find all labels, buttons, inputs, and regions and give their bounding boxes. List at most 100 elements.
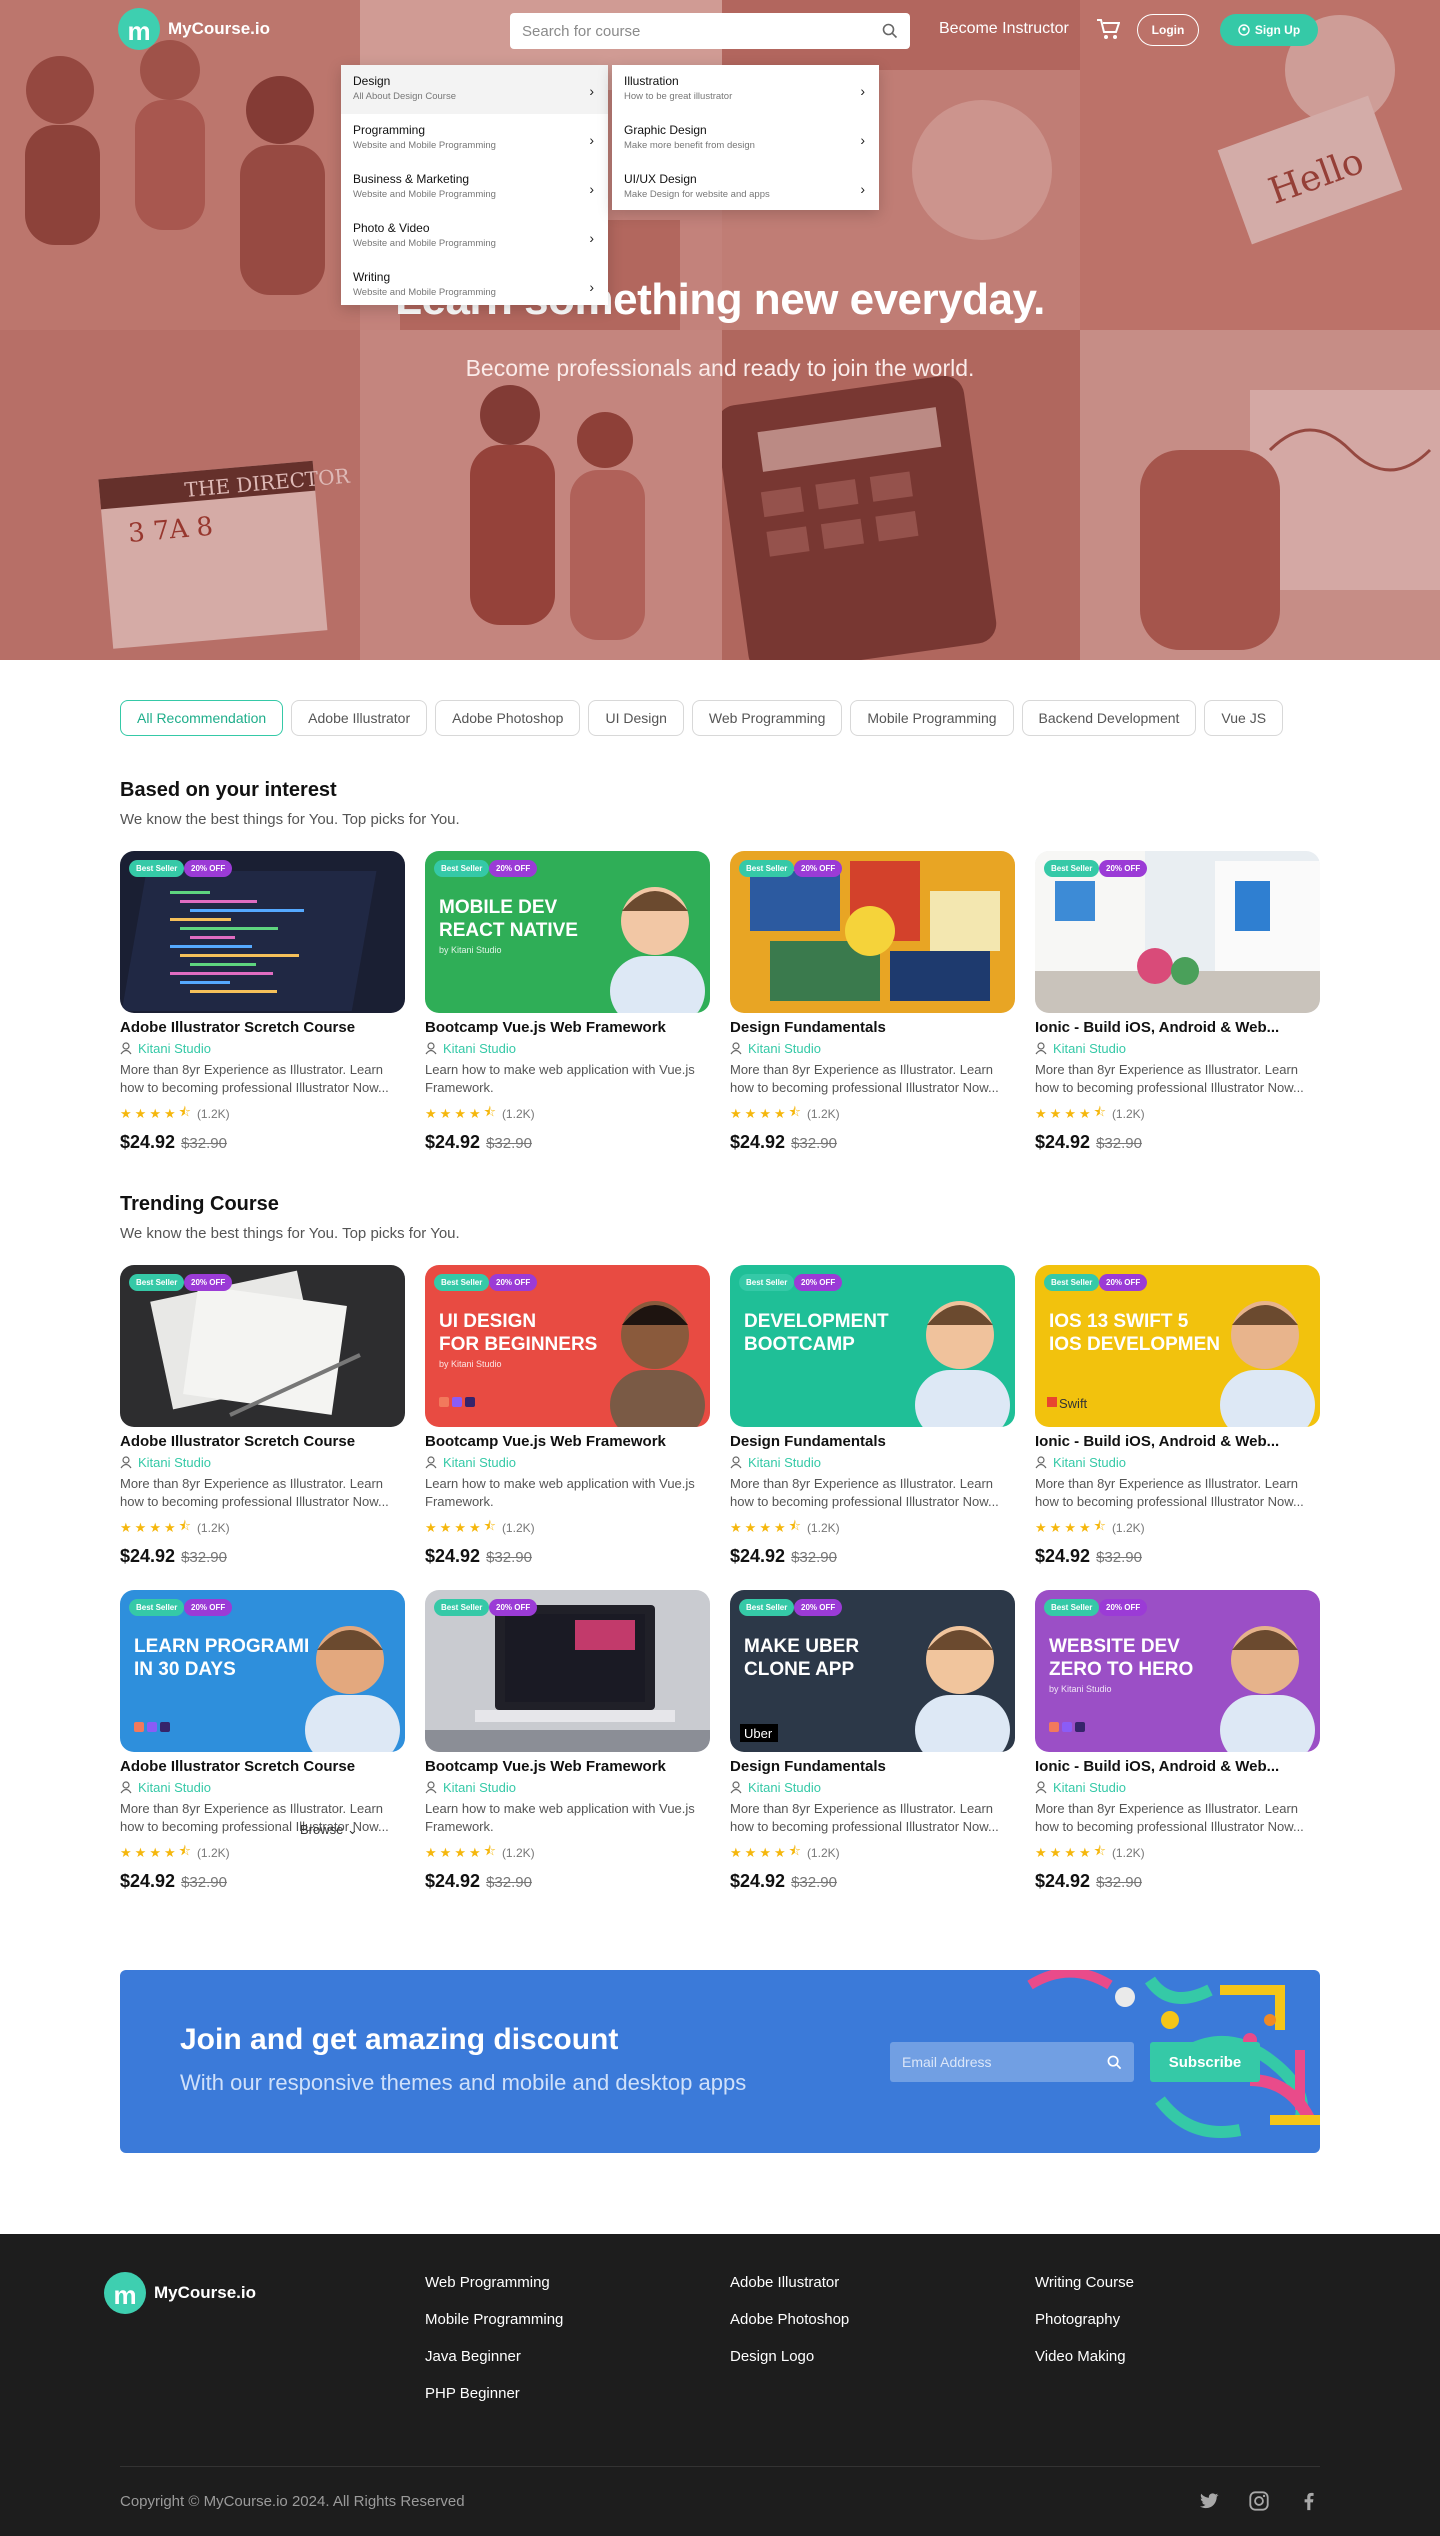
instagram-icon[interactable] xyxy=(1248,2490,1270,2512)
footer-link[interactable]: Mobile Programming xyxy=(425,2311,563,2328)
course-author[interactable]: Kitani Studio xyxy=(1035,1041,1320,1056)
course-thumbnail[interactable]: LEARN PROGRAMI IN 30 DAYS Best Seller 20% O… xyxy=(120,1590,405,1752)
filter-pill[interactable]: Adobe Photoshop xyxy=(435,700,581,736)
menu-item-business[interactable]: Business & Marketing Website and Mobile P… xyxy=(341,163,608,212)
filter-pill[interactable]: Adobe Illustrator xyxy=(291,700,428,736)
search-icon[interactable] xyxy=(882,23,898,39)
footer-link[interactable]: Adobe Illustrator xyxy=(730,2274,849,2291)
footer-link[interactable]: Design Logo xyxy=(730,2348,849,2365)
menu-item-uiux-design[interactable]: UI/UX Design Make Design for website and … xyxy=(612,163,879,212)
footer-link[interactable]: Web Programming xyxy=(425,2274,563,2291)
course-card[interactable]: WEBSITE DEV ZERO TO HERO by Kitani Studio B… xyxy=(1035,1590,1320,1892)
brand-logo[interactable]: m MyCourse.io xyxy=(118,8,270,50)
review-count: (1.2K) xyxy=(196,1107,230,1121)
footer-link[interactable]: Video Making xyxy=(1035,2348,1134,2365)
course-author[interactable]: Kitani Studio xyxy=(425,1041,710,1056)
course-title[interactable]: Design Fundamentals xyxy=(730,1433,1015,1450)
course-thumbnail[interactable]: Best Seller 20% OFF xyxy=(730,851,1015,1013)
filter-pill[interactable]: Backend Development xyxy=(1021,700,1197,736)
course-title[interactable]: Adobe Illustrator Scretch Course xyxy=(120,1019,405,1036)
course-card[interactable]: IOS 13 SWIFT 5 IOS DEVELOPMEN Swift Best Se… xyxy=(1035,1265,1320,1567)
course-rating: ★ ★ ★ ★ ⯪ (1.2K) xyxy=(120,1103,405,1125)
course-thumbnail[interactable]: Best Seller 20% OFF xyxy=(425,1590,710,1752)
course-author[interactable]: Kitani Studio xyxy=(730,1455,1015,1470)
menu-item-illustration[interactable]: Illustration How to be great illustrator › xyxy=(612,65,879,114)
footer-link[interactable]: Photography xyxy=(1035,2311,1134,2328)
course-title[interactable]: Design Fundamentals xyxy=(730,1019,1015,1036)
course-author[interactable]: Kitani Studio xyxy=(1035,1455,1320,1470)
filter-pill[interactable]: Vue JS xyxy=(1204,700,1284,736)
filter-pill[interactable]: Web Programming xyxy=(691,700,843,736)
course-thumbnail[interactable]: MOBILE DEV REACT NATIVE by Kitani Studio Be… xyxy=(425,851,710,1013)
course-card[interactable]: Best Seller 20% OFF Bootcamp Vue.js Web Fr… xyxy=(425,1590,710,1892)
menu-item-writing[interactable]: Writing Website and Mobile Programming › xyxy=(341,261,608,310)
star-icon: ★ xyxy=(149,1845,161,1860)
course-title[interactable]: Ionic - Build iOS, Android & Web... xyxy=(1035,1433,1320,1450)
email-input[interactable] xyxy=(902,2054,1107,2070)
course-author[interactable]: Kitani Studio xyxy=(730,1780,1015,1795)
course-title[interactable]: Ionic - Build iOS, Android & Web... xyxy=(1035,1758,1320,1775)
menu-item-photo-video[interactable]: Photo & Video Website and Mobile Programm… xyxy=(341,212,608,261)
search-bar[interactable] xyxy=(510,13,910,49)
star-icon: ⯪ xyxy=(483,1518,496,1533)
signup-button[interactable]: Sign Up xyxy=(1220,14,1318,46)
become-instructor-link[interactable]: Become Instructor xyxy=(939,20,1069,38)
course-thumbnail[interactable]: MAKE UBER CLONE APP Uber Best Seller 20% OFF xyxy=(730,1590,1015,1752)
course-card[interactable]: Best Seller 20% OFF Design Fundamentals Kit… xyxy=(730,851,1015,1153)
course-rating: ★ ★ ★ ★ ⯪ (1.2K) xyxy=(120,1842,405,1864)
course-title[interactable]: Design Fundamentals xyxy=(730,1758,1015,1775)
course-author[interactable]: Kitani Studio xyxy=(425,1455,710,1470)
course-card[interactable]: DEVELOPMENT BOOTCAMP Best Seller 20% OFF Des… xyxy=(730,1265,1015,1567)
course-thumbnail[interactable]: Best Seller 20% OFF xyxy=(120,851,405,1013)
course-card[interactable]: Best Seller 20% OFF Ionic - Build iOS, And… xyxy=(1035,851,1320,1153)
facebook-icon[interactable] xyxy=(1298,2490,1320,2512)
user-icon xyxy=(425,1456,437,1469)
footer-link[interactable]: Java Beginner xyxy=(425,2348,563,2365)
course-thumbnail[interactable]: IOS 13 SWIFT 5 IOS DEVELOPMEN Swift Best Se… xyxy=(1035,1265,1320,1427)
course-author[interactable]: Kitani Studio xyxy=(425,1780,710,1795)
menu-item-design[interactable]: Design All About Design Course › xyxy=(341,65,608,114)
subscribe-button[interactable]: Subscribe xyxy=(1150,2042,1260,2082)
chevron-right-icon: › xyxy=(589,230,594,246)
footer-link[interactable]: PHP Beginner xyxy=(425,2385,563,2402)
best-seller-badge: Best Seller xyxy=(739,1274,795,1291)
course-thumbnail[interactable]: DEVELOPMENT BOOTCAMP Best Seller 20% OFF xyxy=(730,1265,1015,1427)
course-card[interactable]: UI DESIGN FOR BEGINNERS by Kitani Studio Be… xyxy=(425,1265,710,1567)
course-card[interactable]: MAKE UBER CLONE APP Uber Best Seller 20% OFF… xyxy=(730,1590,1015,1892)
footer-logo[interactable]: m MyCourse.io xyxy=(104,2272,256,2314)
course-title[interactable]: Bootcamp Vue.js Web Framework xyxy=(425,1758,710,1775)
login-button[interactable]: Login xyxy=(1137,14,1199,46)
course-author[interactable]: Kitani Studio xyxy=(730,1041,1015,1056)
browse-dropdown[interactable]: Browse ⌄ xyxy=(300,1822,358,1838)
course-card[interactable]: Best Seller 20% OFF Adobe Illustrator Scre… xyxy=(120,1265,405,1567)
email-field[interactable] xyxy=(890,2042,1134,2082)
course-thumbnail[interactable]: WEBSITE DEV ZERO TO HERO by Kitani Studio B… xyxy=(1035,1590,1320,1752)
course-title[interactable]: Ionic - Build iOS, Android & Web... xyxy=(1035,1019,1320,1036)
course-thumbnail[interactable]: UI DESIGN FOR BEGINNERS by Kitani Studio Be… xyxy=(425,1265,710,1427)
course-thumbnail[interactable]: Best Seller 20% OFF xyxy=(120,1265,405,1427)
footer-link[interactable]: Writing Course xyxy=(1035,2274,1134,2291)
course-title[interactable]: Bootcamp Vue.js Web Framework xyxy=(425,1019,710,1036)
filter-pill[interactable]: UI Design xyxy=(588,700,684,736)
filter-pill[interactable]: All Recommendation xyxy=(120,700,284,736)
search-input[interactable] xyxy=(522,22,882,40)
course-card[interactable]: Best Seller 20% OFF Adobe Illustrator Scre… xyxy=(120,851,405,1153)
cart-icon[interactable] xyxy=(1096,18,1120,40)
original-price: $32.90 xyxy=(1096,1549,1142,1566)
menu-item-programming[interactable]: Programming Website and Mobile Programmin… xyxy=(341,114,608,163)
course-title[interactable]: Bootcamp Vue.js Web Framework xyxy=(425,1433,710,1450)
course-thumbnail[interactable]: Best Seller 20% OFF xyxy=(1035,851,1320,1013)
course-title[interactable]: Adobe Illustrator Scretch Course xyxy=(120,1758,405,1775)
course-author[interactable]: Kitani Studio xyxy=(1035,1780,1320,1795)
twitter-icon[interactable] xyxy=(1198,2490,1220,2512)
course-author[interactable]: Kitani Studio xyxy=(120,1041,405,1056)
course-author[interactable]: Kitani Studio xyxy=(120,1780,405,1795)
star-icon: ⯪ xyxy=(788,1104,801,1119)
course-title[interactable]: Adobe Illustrator Scretch Course xyxy=(120,1433,405,1450)
menu-item-graphic-design[interactable]: Graphic Design Make more benefit from des… xyxy=(612,114,879,163)
course-card[interactable]: MOBILE DEV REACT NATIVE by Kitani Studio Be… xyxy=(425,851,710,1153)
footer-link[interactable]: Adobe Photoshop xyxy=(730,2311,849,2328)
course-author[interactable]: Kitani Studio xyxy=(120,1455,405,1470)
filter-pill[interactable]: Mobile Programming xyxy=(850,700,1014,736)
course-card[interactable]: LEARN PROGRAMI IN 30 DAYS Best Seller 20% O… xyxy=(120,1590,405,1892)
